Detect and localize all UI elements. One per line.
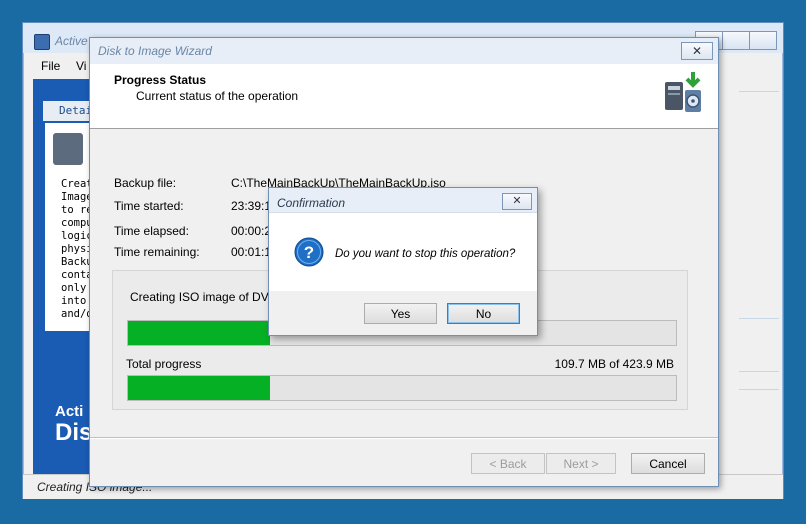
brand-text-line2: Dis: [55, 419, 93, 446]
backup-file-label: Backup file:: [114, 176, 177, 190]
confirmation-dialog: Confirmation ✕ ? Do you want to stop thi…: [268, 187, 538, 336]
total-progress-size: 109.7 MB of 423.9 MB: [554, 357, 674, 371]
total-progress-fill: [128, 376, 270, 400]
main-close-button[interactable]: [749, 31, 777, 50]
time-remaining-value: 00:01:1: [231, 245, 269, 259]
time-started-label: Time started:: [114, 199, 184, 213]
brand-text-line1: Acti: [55, 403, 84, 420]
details-tab[interactable]: Detai: [43, 101, 93, 121]
header-title: Progress Status: [114, 73, 207, 87]
total-progress-bar: [127, 375, 677, 401]
back-button[interactable]: < Back: [471, 453, 545, 474]
confirmation-close-button[interactable]: ✕: [502, 193, 532, 210]
time-started-value: 23:39:1: [231, 199, 269, 213]
confirmation-title: Confirmation: [277, 196, 346, 210]
menu-file[interactable]: File: [41, 59, 60, 73]
next-button[interactable]: Next >: [546, 453, 616, 474]
main-window-title: Active: [55, 34, 88, 48]
cancel-button[interactable]: Cancel: [631, 453, 705, 474]
yes-button[interactable]: Yes: [364, 303, 437, 324]
app-icon: [34, 34, 50, 50]
question-icon: ?: [294, 237, 324, 267]
separator: [90, 437, 718, 439]
time-remaining-label: Time remaining:: [114, 245, 200, 259]
no-button[interactable]: No: [447, 303, 520, 324]
current-progress-fill: [128, 321, 270, 345]
wizard-title: Disk to Image Wizard: [98, 44, 212, 58]
wizard-close-button[interactable]: ✕: [681, 42, 713, 60]
time-elapsed-label: Time elapsed:: [114, 224, 189, 238]
header-subtitle: Current status of the operation: [136, 89, 299, 103]
disk-imaging-icon: [665, 72, 701, 112]
menu-view[interactable]: Vi: [76, 59, 86, 73]
maximize-button[interactable]: [722, 31, 750, 50]
time-elapsed-value: 00:00:2: [231, 224, 269, 238]
total-progress-label: Total progress: [126, 357, 202, 371]
svg-text:?: ?: [304, 243, 314, 262]
current-operation-label: Creating ISO image of DVD_R: [130, 290, 270, 304]
disk-image-icon: [53, 133, 83, 165]
confirmation-message: Do you want to stop this operation?: [335, 248, 516, 260]
